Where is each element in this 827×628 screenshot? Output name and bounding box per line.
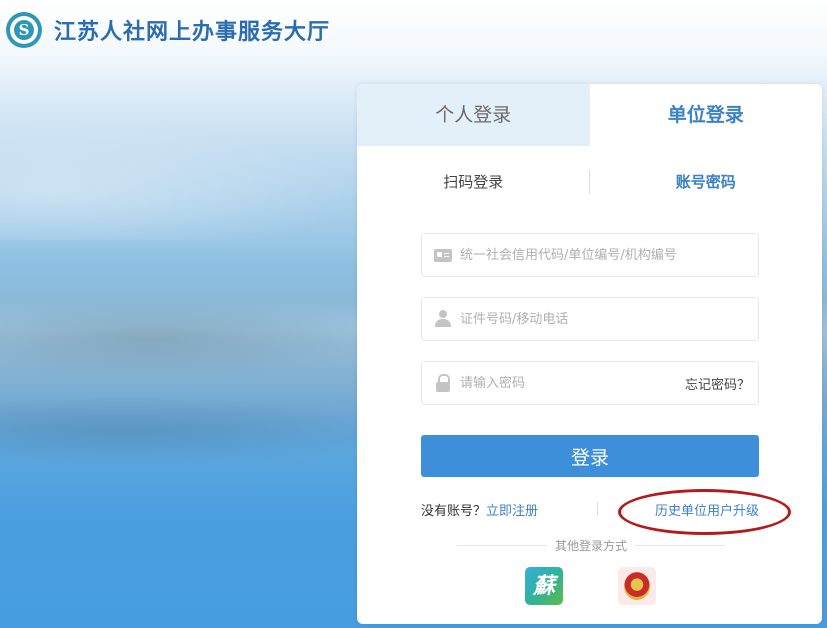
other-login-divider: 其他登录方式 <box>457 536 726 554</box>
background-haze-city <box>0 300 380 380</box>
no-account-prompt: 没有账号？立即注册 <box>421 500 538 519</box>
password-field[interactable]: 忘记密码？ <box>421 361 759 405</box>
user-icon <box>434 310 452 328</box>
register-now-link[interactable]: 立即注册 <box>486 504 538 519</box>
emblem-graphic <box>624 572 650 600</box>
forgot-password-link[interactable]: 忘记密码？ <box>685 374 750 393</box>
site-logo-icon[interactable]: S <box>6 12 42 48</box>
password-input[interactable] <box>460 363 685 403</box>
no-account-text: 没有账号？ <box>421 504 487 519</box>
divider-line-right <box>635 544 726 546</box>
tab-password-login[interactable]: 账号密码 <box>590 156 823 208</box>
lock-icon <box>434 374 452 392</box>
su-app-icon[interactable]: 蘇 <box>525 567 563 605</box>
tab-unit-login[interactable]: 单位登录 <box>589 84 822 146</box>
site-title: 江苏人社网上办事服务大厅 <box>54 19 331 45</box>
id-phone-input[interactable] <box>460 299 758 339</box>
national-emblem-icon[interactable] <box>618 567 656 605</box>
background-haze-top <box>0 120 360 240</box>
site-header: S 江苏人社网上办事服务大厅 <box>6 11 330 49</box>
login-card: 个人登录 单位登录 扫码登录 账号密码 忘记密码？ 登录 没有账号？立即注册 历… <box>357 84 822 624</box>
unit-id-input[interactable] <box>460 235 758 275</box>
tab-personal-login[interactable]: 个人登录 <box>357 84 590 146</box>
login-method-tabs: 扫码登录 账号密码 <box>357 156 822 208</box>
register-divider <box>597 502 598 516</box>
login-type-tabs: 个人登录 单位登录 <box>357 84 822 146</box>
id-phone-field[interactable] <box>421 297 759 341</box>
divider-line-left <box>457 544 547 546</box>
login-button[interactable]: 登录 <box>421 435 759 477</box>
unit-id-field[interactable] <box>421 233 759 277</box>
subtab-divider <box>589 170 590 194</box>
tab-qr-login[interactable]: 扫码登录 <box>357 156 590 208</box>
register-row: 没有账号？立即注册 历史单位用户升级 <box>421 498 759 520</box>
history-unit-upgrade-link[interactable]: 历史单位用户升级 <box>655 500 759 519</box>
other-login-label: 其他登录方式 <box>555 538 628 553</box>
id-card-icon <box>434 248 452 262</box>
